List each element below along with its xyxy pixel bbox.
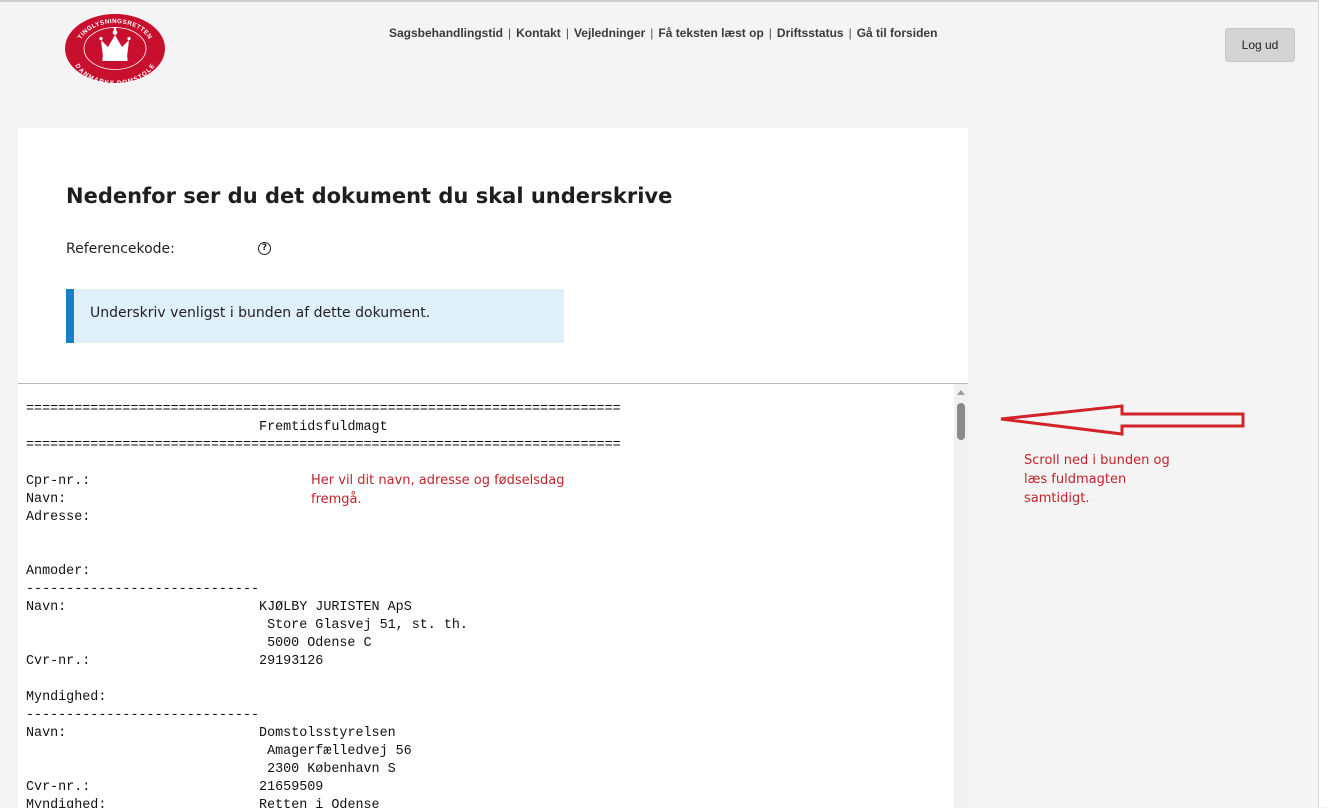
- document-viewer[interactable]: ========================================…: [18, 383, 968, 808]
- tinglysningsretten-logo[interactable]: TINGLYSNINGSRETTEN DANMARKS DOMSTOLE: [64, 13, 166, 84]
- scroll-up-arrow-icon[interactable]: [957, 390, 965, 395]
- authority-address-1: Amagerfælledvej 56: [267, 744, 412, 759]
- requester-name: KJØLBY JURISTEN ApS: [259, 600, 412, 615]
- cpr-label: Cpr-nr.:: [26, 474, 91, 489]
- dash-rule: -----------------------------: [26, 708, 260, 723]
- inline-annotation-line: fremgå.: [311, 492, 362, 507]
- nav-separator: |: [650, 26, 654, 40]
- nav-separator: |: [848, 26, 852, 40]
- nav-home[interactable]: Gå til forsiden: [857, 26, 938, 40]
- left-arrow-icon: [1000, 404, 1245, 436]
- page-title: Nedenfor ser du det dokument du skal und…: [66, 184, 673, 208]
- doc-rule: ========================================…: [26, 438, 621, 453]
- inline-annotation: Her vil dit navn, adresse og fødselsdag …: [311, 471, 565, 509]
- dash-rule: -----------------------------: [26, 582, 260, 597]
- scroll-thumb[interactable]: [957, 403, 965, 440]
- doc-title: Fremtidsfuldmagt: [259, 420, 388, 435]
- address-label: Adresse:: [26, 510, 91, 525]
- doc-rule: ========================================…: [26, 402, 621, 417]
- logout-button[interactable]: Log ud: [1225, 28, 1295, 62]
- side-annotation-line: samtidigt.: [1024, 491, 1090, 506]
- nav-driftsstatus[interactable]: Driftsstatus: [777, 26, 844, 40]
- document-text: ========================================…: [26, 401, 621, 808]
- requester-heading: Anmoder:: [26, 564, 91, 579]
- requester-cvr-label: Cvr-nr.:: [26, 654, 91, 669]
- side-annotation-line: læs fuldmagten: [1024, 472, 1127, 487]
- requester-address-1: Store Glasvej 51, st. th.: [267, 618, 468, 633]
- authority-cvr: 21659509: [259, 780, 324, 795]
- info-banner-text: Underskriv venligst i bunden af dette do…: [90, 305, 431, 321]
- reference-code-label: Referencekode:: [66, 241, 175, 257]
- side-annotation: Scroll ned i bunden og læs fuldmagten sa…: [1024, 451, 1170, 508]
- inline-annotation-line: Her vil dit navn, adresse og fødselsdag: [311, 473, 565, 488]
- top-navigation: Sagsbehandlingstid | Kontakt | Vejledninger |…: [389, 26, 937, 40]
- nav-separator: |: [565, 26, 569, 40]
- main-card: Nedenfor ser du det dokument du skal und…: [18, 128, 968, 808]
- info-banner: Underskriv venligst i bunden af dette do…: [66, 289, 564, 343]
- nav-separator: |: [508, 26, 512, 40]
- window-edge: [1318, 0, 1328, 807]
- nav-read-aloud[interactable]: Få teksten læst op: [658, 26, 763, 40]
- authority-name-label: Navn:: [26, 726, 67, 741]
- requester-address-2: 5000 Odense C: [267, 636, 372, 651]
- requester-name-label: Navn:: [26, 600, 67, 615]
- side-annotation-line: Scroll ned i bunden og: [1024, 453, 1170, 468]
- requester-cvr: 29193126: [259, 654, 324, 669]
- nav-sagsbehandlingstid[interactable]: Sagsbehandlingstid: [389, 26, 503, 40]
- help-icon[interactable]: ?: [258, 242, 271, 255]
- top-border: [0, 0, 1318, 2]
- authority-name: Domstolsstyrelsen: [259, 726, 396, 741]
- authority-heading: Myndighed:: [26, 690, 107, 705]
- document-scrollbar[interactable]: [954, 384, 968, 808]
- doc-title-indent: [26, 420, 259, 435]
- name-label: Navn:: [26, 492, 67, 507]
- nav-vejledninger[interactable]: Vejledninger: [574, 26, 645, 40]
- authority-address-2: 2300 København S: [267, 762, 396, 777]
- nav-kontakt[interactable]: Kontakt: [516, 26, 561, 40]
- nav-separator: |: [768, 26, 772, 40]
- authority-cvr-label: Cvr-nr.:: [26, 780, 91, 795]
